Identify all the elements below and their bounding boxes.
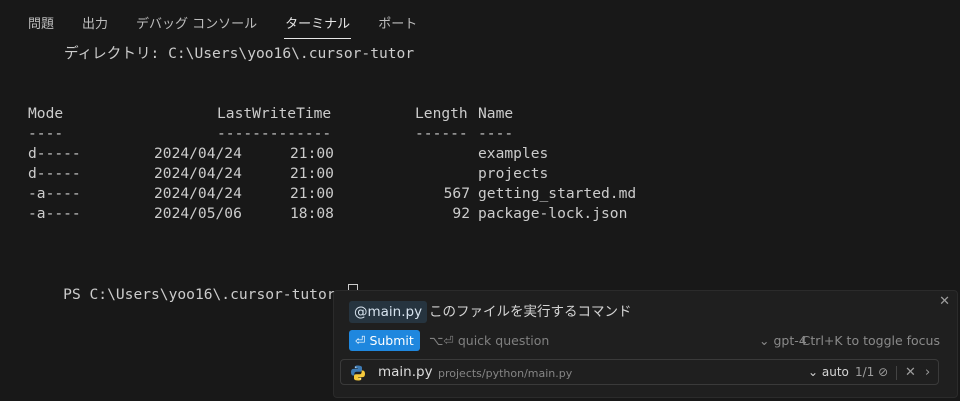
table-row: -a---- 2024/05/06 18:08 92 package-lock.… [28, 204, 928, 224]
tab-output[interactable]: 出力 [68, 0, 122, 44]
row-date: 2024/04/24 [154, 185, 242, 202]
underline-lastwritetime: ------------- [217, 125, 332, 142]
check-circle-icon[interactable]: ⊘ [878, 365, 888, 379]
submit-button[interactable]: ⏎ Submit [349, 330, 420, 351]
context-file-name[interactable]: main.py [378, 360, 433, 385]
file-mention-chip[interactable]: @main.py [349, 301, 428, 323]
underline-name: ---- [478, 125, 514, 142]
row-mode: d----- [28, 145, 81, 162]
result-count-text: 1/1 [855, 365, 875, 379]
row-name: getting_started.md [478, 185, 637, 202]
row-time: 21:00 [290, 165, 334, 182]
panel-tab-bar: 問題 出力 デバッグ コンソール ターミナル ポート [0, 0, 960, 44]
result-count: 1/1 ⊘ [855, 360, 888, 385]
row-mode: -a---- [28, 205, 81, 222]
row-name: package-lock.json [478, 205, 628, 222]
dismiss-icon[interactable]: ✕ [905, 360, 916, 385]
tab-label: ターミナル [285, 16, 351, 32]
row-time: 21:00 [290, 145, 334, 162]
row-date: 2024/04/24 [154, 165, 242, 182]
row-mode: d----- [28, 165, 81, 182]
quick-question-hint[interactable]: ⌥⏎ quick question [429, 330, 549, 351]
context-file-bar: main.py projects/python/main.py ⌄ auto 1… [340, 359, 939, 385]
header-name: Name [478, 105, 514, 122]
toggle-focus-hint: Ctrl+K to toggle focus [801, 333, 940, 348]
prompt-line: PS C:\Users\yoo16\.cursor-tutor> [28, 264, 359, 303]
underline-mode: ---- [28, 125, 64, 142]
directory-line: ディレクトリ: C:\Users\yoo16\.cursor-tutor [64, 45, 415, 62]
header-mode: Mode [28, 105, 64, 122]
inline-prompt-panel: ✕ @main.py このファイルを実行するコマンド ⏎ Submit ⌥⏎ q… [333, 290, 958, 398]
row-mode: -a---- [28, 185, 81, 202]
python-icon [351, 365, 365, 381]
tab-label: 出力 [82, 16, 109, 32]
tab-problems[interactable]: 問題 [14, 0, 68, 44]
auto-mode-dropdown[interactable]: ⌄ auto [808, 360, 849, 385]
tab-debug-console[interactable]: デバッグ コンソール [122, 0, 271, 44]
tab-label: デバッグ コンソール [136, 16, 258, 32]
table-row: d----- 2024/04/24 21:00 examples [28, 144, 928, 164]
header-length: Length [415, 105, 468, 122]
underline-length: ------ [415, 125, 468, 142]
table-row: d----- 2024/04/24 21:00 projects [28, 164, 928, 184]
row-length: 92 [452, 205, 470, 222]
row-time: 21:00 [290, 185, 334, 202]
row-name: projects [478, 165, 549, 182]
tab-terminal[interactable]: ターミナル [271, 0, 364, 44]
row-date: 2024/05/06 [154, 205, 242, 222]
row-date: 2024/04/24 [154, 145, 242, 162]
header-lastwritetime: LastWriteTime [217, 105, 332, 122]
prompt-input[interactable]: このファイルを実行するコマンド [429, 301, 632, 323]
model-selector[interactable]: ⌄ gpt-4 [759, 330, 807, 351]
table-row: -a---- 2024/04/24 21:00 567 getting_star… [28, 184, 928, 204]
context-file-path: projects/python/main.py [438, 367, 573, 380]
tab-label: ポート [378, 16, 418, 32]
table-underline: ---- ------------- ------ ---- [28, 124, 928, 144]
chevron-right-icon[interactable]: › [925, 360, 930, 385]
row-name: examples [478, 145, 549, 162]
table-header: Mode LastWriteTime Length Name [28, 104, 928, 124]
row-length: 567 [443, 185, 470, 202]
tab-label: 問題 [28, 16, 55, 32]
shell-prompt: PS C:\Users\yoo16\.cursor-tutor> [63, 286, 345, 303]
row-time: 18:08 [290, 205, 334, 222]
tab-ports[interactable]: ポート [364, 0, 431, 44]
close-icon[interactable]: ✕ [939, 294, 950, 309]
divider [896, 366, 897, 380]
